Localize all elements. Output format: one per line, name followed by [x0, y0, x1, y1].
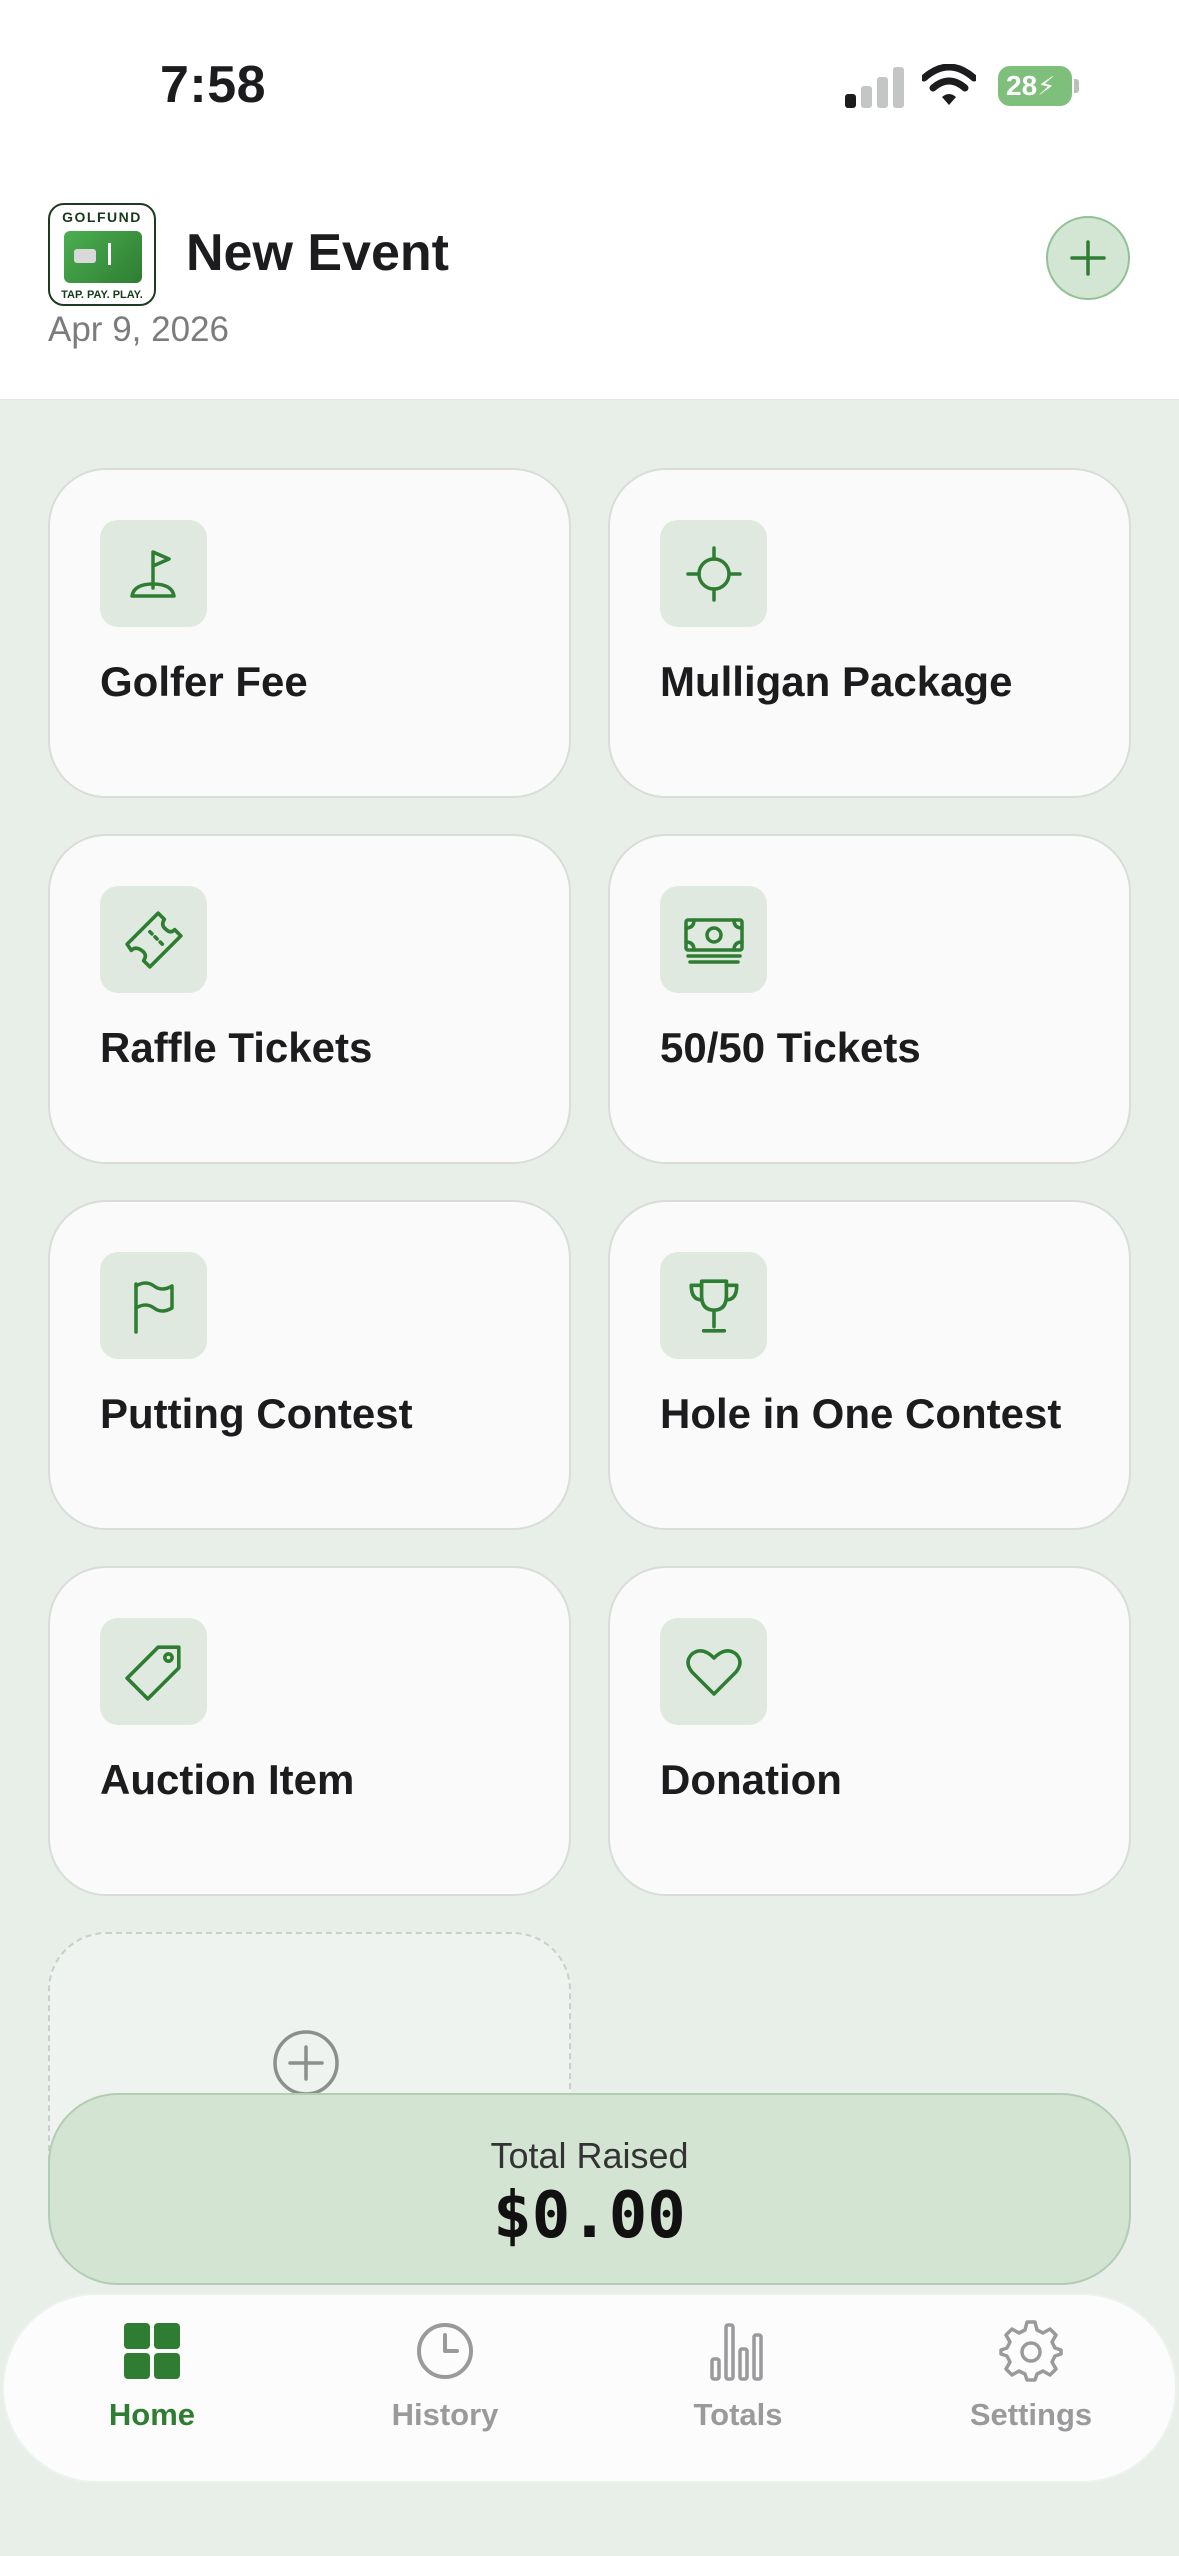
- home-indicator-area: [0, 2483, 1179, 2556]
- grid-icon: [124, 2323, 180, 2379]
- tile-label: Donation: [660, 1756, 842, 1803]
- tile-label: 50/50 Tickets: [660, 1024, 921, 1071]
- logo-tagline: TAP. PAY. PLAY.: [61, 289, 143, 301]
- tile-label: Golfer Fee: [100, 658, 308, 705]
- tile-label: Mulligan Package: [660, 658, 1013, 705]
- tab-bar: Home History Totals Settings: [2, 2293, 1177, 2483]
- cellular-signal-icon: [845, 66, 905, 108]
- tab-label: History: [391, 2397, 499, 2432]
- battery-level: 28: [1006, 70, 1038, 101]
- tile-donation[interactable]: Donation: [608, 1566, 1131, 1896]
- tile-label: Hole in One Contest: [660, 1390, 1062, 1437]
- tile-golfer-fee[interactable]: Golfer Fee: [48, 468, 571, 798]
- crosshair-icon: [660, 520, 767, 627]
- event-header: GOLFUND TAP. PAY. PLAY. New Event Apr 9,…: [0, 175, 1179, 400]
- battery-icon: 28 ⚡: [998, 66, 1079, 106]
- tile-label: Raffle Tickets: [100, 1024, 373, 1071]
- tile-auction-item[interactable]: Auction Item: [48, 1566, 571, 1896]
- tab-settings[interactable]: Settings: [911, 2319, 1151, 2449]
- trophy-icon: [660, 1252, 767, 1359]
- tab-label: Totals: [693, 2397, 783, 2432]
- tag-icon: [100, 1618, 207, 1725]
- total-raised-value: $0.00: [493, 2179, 686, 2253]
- total-raised-label: Total Raised: [490, 2135, 689, 2176]
- flag-icon: [100, 1252, 207, 1359]
- plus-icon: [1070, 240, 1106, 276]
- logo-wordmark: GOLFUND: [62, 209, 142, 225]
- tab-history[interactable]: History: [325, 2319, 565, 2449]
- tile-label: Auction Item: [100, 1756, 355, 1803]
- status-bar: 7:58 28 ⚡: [0, 0, 1179, 175]
- status-time: 7:58: [160, 56, 267, 114]
- event-date: Apr 9, 2026: [48, 310, 229, 349]
- tile-raffle-tickets[interactable]: Raffle Tickets: [48, 834, 571, 1164]
- add-event-button[interactable]: [1046, 216, 1130, 300]
- clock-icon: [417, 2323, 473, 2379]
- golfund-logo: GOLFUND TAP. PAY. PLAY.: [48, 203, 156, 306]
- app-screen: 7:58 28 ⚡ GOLFUND TAP. PAY. PLAY. New Eve…: [0, 0, 1179, 2556]
- tile-hole-in-one-contest[interactable]: Hole in One Contest: [608, 1200, 1131, 1530]
- tile-putting-contest[interactable]: Putting Contest: [48, 1200, 571, 1530]
- tile-50-50-tickets[interactable]: 50/50 Tickets: [608, 834, 1131, 1164]
- logo-card-graphic: [64, 231, 142, 283]
- tab-totals[interactable]: Totals: [618, 2319, 858, 2449]
- plus-circle-icon: [273, 2030, 339, 2096]
- tab-label: Settings: [969, 2397, 1093, 2432]
- golf-flag-icon: [100, 520, 207, 627]
- tab-label: Home: [108, 2397, 196, 2432]
- total-raised-card: Total Raised $0.00: [48, 2093, 1131, 2285]
- event-title[interactable]: New Event: [186, 223, 449, 283]
- tile-mulligan-package[interactable]: Mulligan Package: [608, 468, 1131, 798]
- wifi-icon: [922, 64, 976, 105]
- heart-icon: [660, 1618, 767, 1725]
- tab-home[interactable]: Home: [32, 2319, 272, 2449]
- bar-chart-icon: [710, 2323, 763, 2381]
- tile-label: Putting Contest: [100, 1390, 413, 1437]
- gear-icon: [999, 2320, 1063, 2382]
- cash-icon: [660, 886, 767, 993]
- ticket-icon: [100, 886, 207, 993]
